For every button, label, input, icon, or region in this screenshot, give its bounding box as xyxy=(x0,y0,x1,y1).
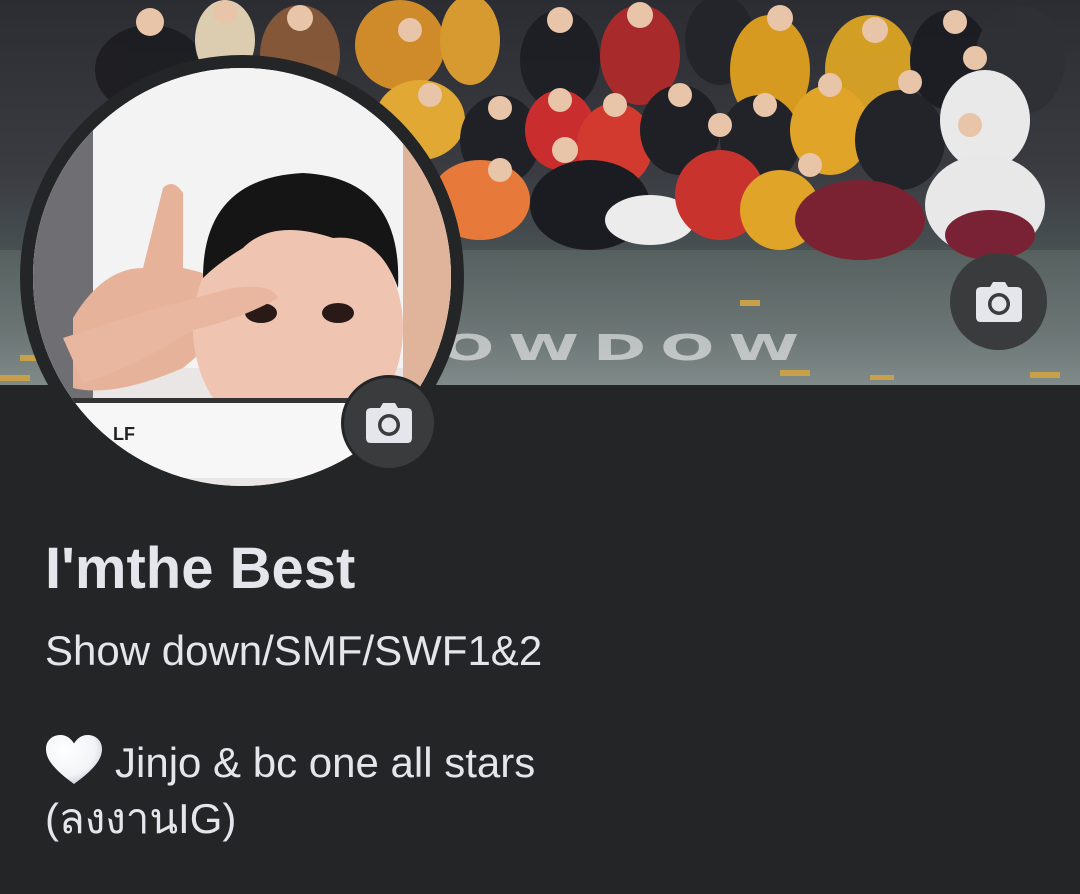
svg-text:LF: LF xyxy=(113,424,135,444)
edit-profile-picture-button[interactable] xyxy=(341,375,437,471)
bio-text-line-1: Jinjo & bc one all stars xyxy=(115,739,536,786)
profile-bio: Jinjo & bc one all stars (ลงงานIG) xyxy=(45,734,535,847)
camera-icon xyxy=(366,403,412,443)
profile-name: I'mthe Best xyxy=(45,536,356,601)
edit-cover-photo-button[interactable] xyxy=(950,253,1047,350)
cover-stage-text: OWDOW xyxy=(440,328,814,369)
profile-header: OWDOW LF I'mthe Best Show down/SMF/SWF1&… xyxy=(0,0,1080,894)
camera-icon xyxy=(975,281,1022,322)
bio-text-line-2: (ลงงานIG) xyxy=(45,795,237,842)
profile-subtitle: Show down/SMF/SWF1&2 xyxy=(45,627,543,674)
bio-line-1: Jinjo & bc one all stars xyxy=(45,734,535,791)
white-heart-icon xyxy=(46,735,102,784)
